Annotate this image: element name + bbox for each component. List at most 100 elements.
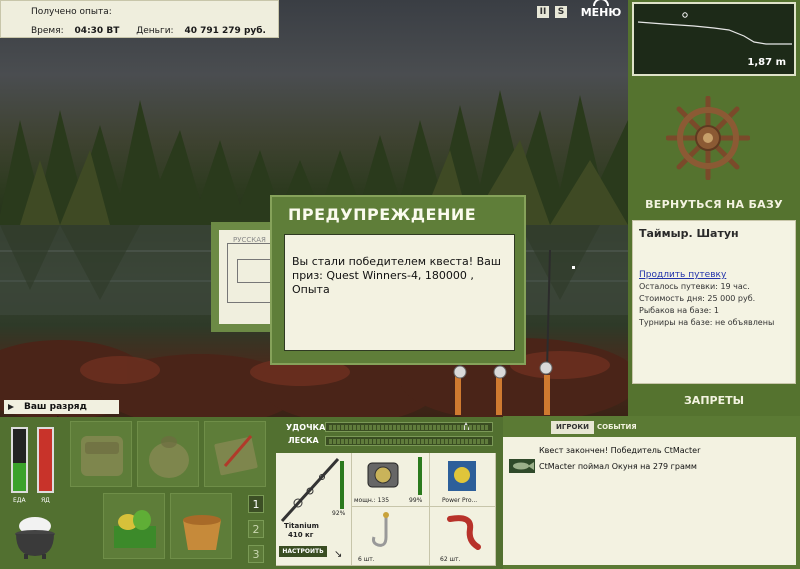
expand-arrow-icon[interactable]: ↘ — [334, 549, 342, 560]
line-spool-icon — [448, 461, 476, 491]
top-info-panel: Получено опыта: Время: 04:30 ВТ Деньги: … — [0, 0, 279, 38]
tension-segment — [453, 425, 456, 430]
tension-segment — [357, 425, 360, 430]
tension-segment — [401, 425, 404, 430]
dialog-title: ПРЕДУПРЕЖДЕНИЕ — [288, 205, 477, 224]
line-slot[interactable]: Power Pro... — [430, 453, 496, 507]
rod-tension-bar — [325, 422, 493, 432]
food-meter — [11, 427, 28, 493]
money-label: Деньги: — [136, 26, 174, 36]
tension-segment — [485, 425, 488, 430]
tab-events[interactable]: СОБЫТИЯ — [597, 421, 637, 434]
tension-segment — [413, 439, 416, 444]
inventory-page-1[interactable]: 1 — [248, 495, 264, 513]
tension-segment — [465, 425, 468, 430]
menu-label: МЕНЮ — [580, 6, 622, 19]
inventory-page-2[interactable]: 2 — [248, 520, 264, 538]
return-to-base-button[interactable]: ВЕРНУТЬСЯ НА БАЗУ — [628, 198, 800, 216]
tackle-panel: 92% Titanium 410 кг НАСТРОИТЬ ↘ мощн.: 1… — [276, 453, 496, 566]
hook-slot[interactable]: 6 шт. — [352, 507, 430, 566]
rod-percent: 92% — [332, 510, 346, 517]
day-cost: Стоимость дня: 25 000 руб. — [639, 294, 756, 303]
rod-name: Titanium — [284, 522, 319, 530]
cauldron-icon[interactable] — [10, 510, 60, 560]
bait-slot[interactable]: 62 шт. — [430, 507, 496, 566]
tab-players[interactable]: ИГРОКИ — [551, 421, 594, 434]
base-info-panel: Таймыр. Шатун Продлить путевку Осталось … — [632, 220, 796, 384]
tension-segment — [329, 439, 332, 444]
backpack-slot[interactable] — [70, 421, 132, 487]
tension-segment — [409, 439, 412, 444]
tension-segment — [385, 439, 388, 444]
sound-button[interactable]: S — [555, 6, 567, 18]
reel-condition-bar — [418, 457, 422, 495]
journal-icon — [214, 435, 258, 476]
tension-segment — [397, 425, 400, 430]
tension-segment — [425, 425, 428, 430]
depth-value: 1,87 m — [747, 57, 786, 68]
inventory-page-3[interactable]: 3 — [248, 545, 264, 563]
dialog-message: Вы стали победителем квеста! Ваш приз: Q… — [284, 234, 515, 351]
line-tension-label: ЛЕСКА — [288, 436, 319, 445]
ship-wheel-icon[interactable] — [666, 96, 750, 180]
tension-segment — [461, 425, 464, 430]
money-value: 40 791 279 руб. — [184, 26, 266, 36]
exp-label: Получено опыта: — [31, 7, 112, 17]
event-item: CtMacter поймал Окуня на 279 грамм — [539, 462, 697, 471]
tension-segment — [381, 439, 384, 444]
tension-segment — [473, 425, 476, 430]
rod-weight: 410 кг — [288, 531, 314, 539]
tension-segment — [457, 425, 460, 430]
tension-segment — [333, 425, 336, 430]
tension-segment — [341, 425, 344, 430]
tension-segment — [445, 425, 448, 430]
reel-icon — [367, 462, 399, 488]
rod-slot[interactable]: 92% Titanium 410 кг НАСТРОИТЬ ↘ — [276, 453, 352, 566]
tension-segment — [361, 439, 364, 444]
basket-icon — [114, 510, 156, 548]
tension-segment — [437, 425, 440, 430]
rod-condition-bar — [340, 461, 344, 509]
tension-segment — [413, 425, 416, 430]
setup-button[interactable]: НАСТРОИТЬ — [279, 546, 327, 557]
tension-segment — [329, 425, 332, 430]
tension-segment — [477, 425, 480, 430]
line-name: Power Pro... — [442, 497, 478, 504]
worm-bait-icon — [447, 515, 481, 550]
tension-segment — [397, 439, 400, 444]
bucket-slot[interactable] — [170, 493, 232, 559]
tension-segment — [469, 439, 472, 444]
warning-dialog[interactable]: ПРЕДУПРЕЖДЕНИЕ Вы стали победителем квес… — [270, 195, 526, 365]
menu-button[interactable]: МЕНЮ — [579, 0, 623, 22]
food-basket-slot[interactable] — [103, 493, 165, 559]
tension-segment — [373, 439, 376, 444]
bans-button[interactable]: ЗАПРЕТЫ — [628, 394, 800, 410]
tension-segment — [393, 439, 396, 444]
tension-segment — [385, 425, 388, 430]
rank-up-message[interactable]: Ваш разряд вырос! — [4, 400, 119, 426]
tension-segment — [441, 439, 444, 444]
tension-segment — [393, 425, 396, 430]
depth-map[interactable]: 1,87 m — [632, 2, 796, 76]
tension-segment — [377, 439, 380, 444]
tension-segment — [361, 425, 364, 430]
time-value: 04:30 ВТ — [74, 26, 120, 36]
tension-segment — [481, 439, 484, 444]
tension-segment — [333, 439, 336, 444]
event-item: Квест закончен! Победитель CtMacter — [539, 446, 701, 455]
reel-slot[interactable]: мощн.: 135 99% — [352, 453, 430, 507]
tournaments: Турниры на базе: не объявлены — [639, 318, 775, 327]
pause-button[interactable]: II — [537, 6, 549, 18]
tension-segment — [365, 439, 368, 444]
journal-slot[interactable] — [204, 421, 266, 487]
extend-permit-link[interactable]: Продлить путевку — [639, 270, 789, 280]
rod-tension-label: УДОЧКА — [286, 423, 326, 432]
tension-segment — [429, 439, 432, 444]
bait-count: 62 шт. — [440, 556, 461, 563]
tension-segment — [401, 439, 404, 444]
bait-bag-slot[interactable] — [137, 421, 199, 487]
tension-segment — [417, 439, 420, 444]
tension-segment — [433, 439, 436, 444]
bag-icon — [149, 436, 189, 478]
fish-icon — [509, 459, 535, 473]
